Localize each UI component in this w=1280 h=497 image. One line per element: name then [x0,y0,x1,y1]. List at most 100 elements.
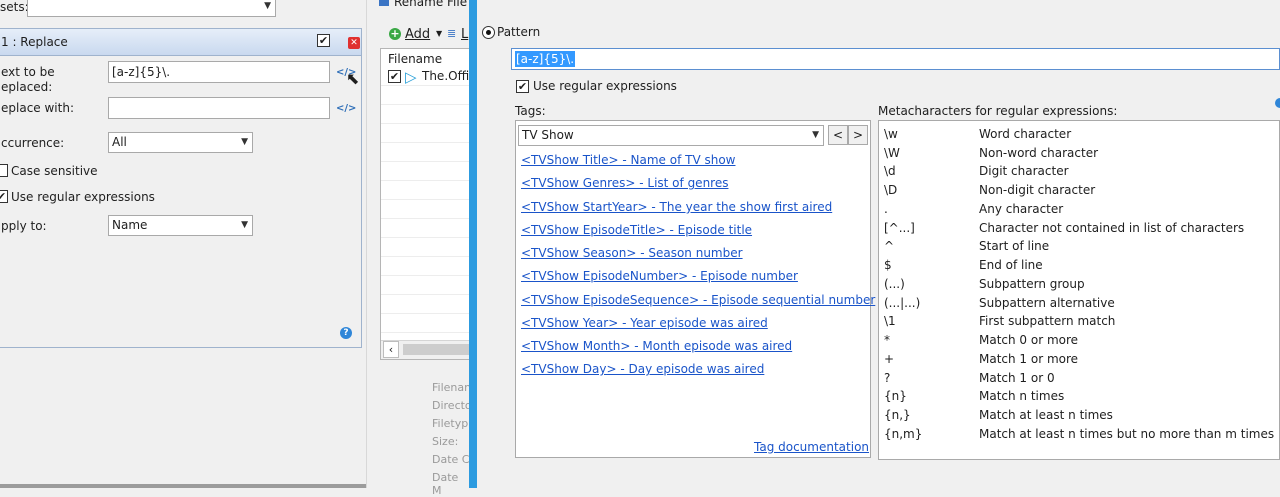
tag-link-startyear[interactable]: <TVShow StartYear> - The year the show f… [521,200,832,214]
add-button[interactable]: Add [405,27,430,42]
window-border [469,0,477,488]
list-button[interactable]: L [461,27,468,42]
tags-category-value: TV Show [522,128,574,142]
tag-link-season[interactable]: <TVShow Season> - Season number [521,246,743,260]
meta-description: Match 1 or 0 [979,371,1055,385]
prop-directory-label: Directo [432,399,472,412]
insert-tag-icon[interactable]: </> [336,103,356,114]
pattern-radio[interactable] [482,26,495,39]
table-row [381,238,470,257]
table-row [381,219,470,238]
meta-description: Start of line [979,239,1050,253]
table-row[interactable]: ✔ ▷ The.Offic [381,67,471,86]
meta-symbol: {n} [884,389,907,403]
text-to-replace-input[interactable]: [a-z]{5}\. [108,61,330,83]
occurrence-label: ccurrence: [1,136,65,150]
table-row [381,295,470,314]
meta-symbol: . [884,202,888,216]
chevron-down-icon: ▼ [241,137,248,147]
tag-documentation-link[interactable]: Tag documentation [754,440,869,454]
pattern-value: [a-z]{5}\. [515,51,576,67]
chevron-down-icon: ▼ [436,29,443,38]
meta-symbol: \w [884,127,898,141]
chevron-down-icon: ▼ [264,1,271,11]
text-to-replace-label-1: ext to be [1,65,55,79]
tag-link-episodetitle[interactable]: <TVShow EpisodeTitle> - Episode title [521,223,752,237]
meta-description: First subpattern match [979,314,1116,328]
meta-symbol: [^...] [884,221,915,235]
table-row [381,200,470,219]
metacharacters-list: \w Word character \W Non-word character … [878,120,1280,460]
meta-description: Any character [979,202,1064,216]
next-category-button[interactable]: > [848,125,868,145]
info-icon[interactable] [1275,98,1280,108]
occurrence-value: All [112,135,127,149]
apply-to-select[interactable]: Name ▼ [108,215,253,236]
horizontal-scrollbar[interactable]: ‹ [381,340,470,359]
replace-with-label: eplace with: [1,101,74,115]
use-regex-label: Use regular expressions [11,190,155,204]
rule-enabled-checkbox[interactable]: ✔ [317,34,330,47]
add-icon[interactable]: + [389,28,401,40]
meta-symbol: ? [884,371,891,385]
tag-link-day[interactable]: <TVShow Day> - Day episode was aired [521,362,764,376]
tags-category-select[interactable]: TV Show ▼ [518,125,824,146]
file-name: The.Offic [422,69,471,83]
video-file-icon: ▷ [405,68,417,86]
apply-to-label: pply to: [1,219,47,233]
meta-description: Match n times [979,389,1065,403]
apply-to-value: Name [112,218,148,232]
replace-with-input[interactable] [108,97,330,119]
use-regex-checkbox[interactable]: ✔ [0,190,8,203]
text-to-replace-label-2: eplaced: [1,80,53,94]
meta-symbol: ^ [884,239,895,253]
prop-size-label: Size: [432,435,459,448]
help-icon[interactable]: ? [340,327,352,339]
use-regex-label: Use regular expressions [533,79,677,93]
panel-title: Rename File [394,0,468,9]
table-row [381,314,470,333]
pattern-input[interactable]: [a-z]{5}\. [511,48,1280,70]
file-list: Filename ✔ ▷ The.Offic ‹ [380,48,471,360]
meta-description: Digit character [979,164,1069,178]
table-row [381,257,470,276]
tag-link-episodenumber[interactable]: <TVShow EpisodeNumber> - Episode number [521,269,798,283]
occurrence-select[interactable]: All ▼ [108,132,253,153]
meta-symbol: \D [884,183,898,197]
meta-description: Subpattern alternative [979,296,1115,310]
case-sensitive-checkbox[interactable] [0,164,8,177]
previous-category-button[interactable]: < [828,125,848,145]
tag-link-month[interactable]: <TVShow Month> - Month episode was aired [521,339,792,353]
tag-link-genres[interactable]: <TVShow Genres> - List of genres [521,176,728,190]
close-icon[interactable]: ✕ [348,37,360,49]
rule-editor-panel: sets: ▼ 1 : Replace ✔ ✕ ext to be eplace… [0,0,366,488]
presets-combo[interactable]: ▼ [27,0,276,17]
table-row [381,105,470,124]
table-row [381,86,470,105]
replace-rule-box: 1 : Replace ✔ ✕ ext to be eplaced: [a-z]… [0,28,362,348]
table-row [381,124,470,143]
pattern-dialog: Pattern [a-z]{5}\. ✔ Use regular express… [477,0,1280,488]
tags-panel: TV Show ▼ < > <TVShow Title> - Name of T… [515,120,875,458]
meta-description: Non-digit character [979,183,1096,197]
meta-description: Subpattern group [979,277,1085,291]
scrollbar-thumb[interactable] [403,344,470,355]
tag-link-title[interactable]: <TVShow Title> - Name of TV show [521,153,735,167]
table-row [381,162,470,181]
tag-link-episodesequence[interactable]: <TVShow EpisodeSequence> - Episode seque… [521,293,875,307]
use-regex-checkbox[interactable]: ✔ [516,80,529,93]
meta-description: Match at least n times but no more than … [979,427,1275,441]
prop-date-created-label: Date C [432,453,470,466]
meta-symbol: (...|...) [884,296,921,310]
meta-symbol: \W [884,146,900,160]
file-checkbox[interactable]: ✔ [388,70,401,83]
meta-description: Word character [979,127,1072,141]
presets-label: sets: [0,0,29,14]
tag-link-year[interactable]: <TVShow Year> - Year episode was aired [521,316,768,330]
meta-symbol: (...) [884,277,905,291]
scroll-left-icon[interactable]: ‹ [383,341,399,358]
metacharacters-label: Metacharacters for regular expressions: [878,104,1118,118]
list-icon[interactable]: ≣ [447,27,456,40]
meta-symbol: {n,m} [884,427,923,441]
meta-description: Match at least n times [979,408,1113,422]
